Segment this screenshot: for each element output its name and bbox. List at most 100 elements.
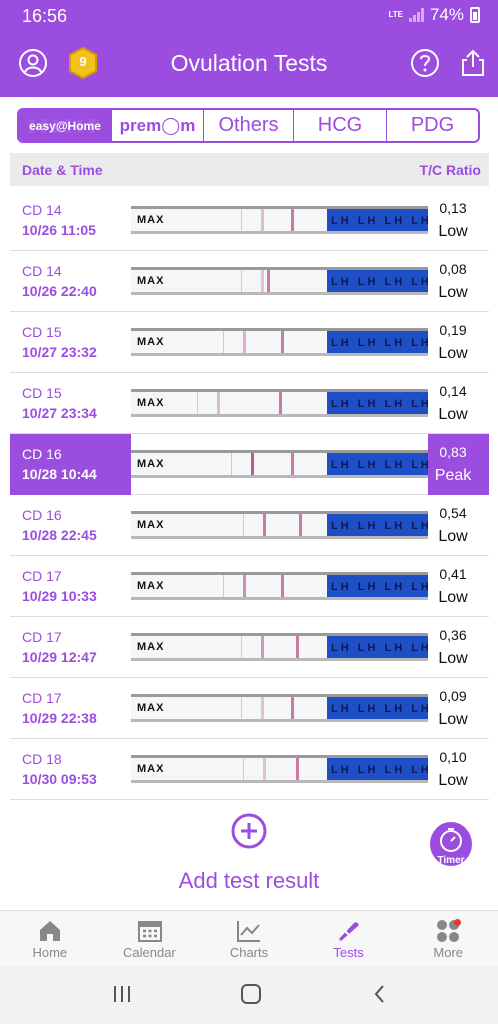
- test-line: [263, 758, 266, 780]
- share-icon[interactable]: [458, 48, 488, 78]
- test-strip-image: MAX LH LH LH LH LH: [131, 511, 428, 539]
- strip-lh-label: LH LH LH LH LH: [327, 270, 428, 292]
- strip-lh-label: LH LH LH LH LH: [327, 392, 428, 414]
- nav-charts[interactable]: Charts: [199, 911, 299, 966]
- cycle-day: CD 16: [22, 446, 62, 462]
- test-datetime: 10/28 22:45: [22, 527, 97, 543]
- test-row[interactable]: CD 16 10/28 22:45 MAX LH LH LH LH LH 0,54 Low: [10, 495, 489, 556]
- strip-max-label: MAX: [137, 397, 165, 409]
- test-datetime: 10/27 23:34: [22, 405, 97, 421]
- strip-max-label: MAX: [137, 702, 165, 714]
- home-system-button[interactable]: [240, 984, 262, 1009]
- test-strip-image: MAX LH LH LH LH LH: [131, 328, 428, 356]
- strip-max-label: MAX: [137, 763, 165, 775]
- tc-ratio: 0,83: [439, 444, 467, 460]
- control-line: [291, 453, 294, 475]
- cycle-day: CD 15: [22, 324, 62, 340]
- result-level: Low: [438, 223, 468, 240]
- table-header: Date & Time T/C Ratio: [10, 153, 489, 186]
- nav-more[interactable]: More: [398, 911, 498, 966]
- strip-lh-label: LH LH LH LH LH: [327, 636, 428, 658]
- strip-lh-label: LH LH LH LH LH: [327, 209, 428, 231]
- result-level: Low: [438, 772, 468, 789]
- test-strip-image: MAX LH LH LH LH LH: [131, 755, 428, 783]
- col-ratio-header: T/C Ratio: [419, 162, 481, 178]
- strip-max-label: MAX: [137, 275, 165, 287]
- test-datetime: 10/26 11:05: [22, 222, 96, 238]
- control-line: [279, 392, 282, 414]
- control-line: [299, 514, 302, 536]
- chart-icon: [237, 921, 261, 942]
- result-level: Low: [438, 284, 468, 301]
- test-datetime: 10/27 23:32: [22, 344, 97, 360]
- test-datetime: 10/26 22:40: [22, 283, 97, 299]
- test-row[interactable]: CD 15 10/27 23:32 MAX LH LH LH LH LH 0,19 Low: [10, 312, 489, 373]
- tc-ratio: 0,09: [439, 688, 467, 704]
- lte-icon: LTE: [388, 10, 403, 19]
- test-line: [243, 331, 246, 353]
- test-line: [243, 575, 246, 597]
- strip-lh-label: LH LH LH LH LH: [327, 331, 428, 353]
- add-test-result-button[interactable]: Add test result: [0, 868, 498, 894]
- tc-ratio: 0,54: [439, 505, 467, 521]
- cycle-day: CD 17: [22, 629, 62, 645]
- test-strip-image: MAX LH LH LH LH LH: [131, 633, 428, 661]
- strip-max-label: MAX: [137, 641, 165, 653]
- test-strip-icon: [338, 922, 359, 941]
- test-datetime: 10/28 10:44: [22, 466, 97, 482]
- test-line: [217, 392, 220, 414]
- nav-home[interactable]: Home: [0, 911, 100, 966]
- cycle-day: CD 18: [22, 751, 62, 767]
- app-header: 9 Ovulation Tests: [0, 32, 498, 97]
- test-row[interactable]: CD 16 10/28 10:44 MAX LH LH LH LH LH 0,83 Pea…: [10, 434, 489, 495]
- tab-pdg[interactable]: PDG: [387, 110, 478, 141]
- help-icon[interactable]: [410, 48, 440, 78]
- status-time: 16:56: [22, 6, 68, 26]
- strip-max-label: MAX: [137, 458, 165, 470]
- test-row[interactable]: CD 14 10/26 11:05 MAX LH LH LH LH LH 0,13 Low: [10, 190, 489, 251]
- test-strip-image: MAX LH LH LH LH LH: [131, 450, 428, 478]
- test-row[interactable]: CD 18 10/30 09:53 MAX LH LH LH LH LH 0,10 Low: [10, 739, 489, 800]
- tab-hcg[interactable]: HCG: [294, 110, 387, 141]
- nav-calendar[interactable]: Calendar: [100, 911, 200, 966]
- test-row[interactable]: CD 15 10/27 23:34 MAX LH LH LH LH LH 0,14 Low: [10, 373, 489, 434]
- strip-max-label: MAX: [137, 580, 165, 592]
- system-nav-bar: [0, 966, 498, 1024]
- tab-others[interactable]: Others: [204, 110, 294, 141]
- control-line: [296, 758, 299, 780]
- result-level: Low: [438, 589, 468, 606]
- result-level: Peak: [434, 467, 472, 484]
- tc-ratio: 0,36: [439, 627, 467, 643]
- result-level: Low: [438, 345, 468, 362]
- test-line: [261, 636, 264, 658]
- status-bar: 16:56 LTE 74%: [0, 0, 498, 32]
- result-level: Low: [438, 528, 468, 545]
- test-row[interactable]: CD 14 10/26 22:40 MAX LH LH LH LH LH 0,08 Low: [10, 251, 489, 312]
- timer-button[interactable]: Timer: [430, 822, 472, 866]
- control-line: [267, 270, 270, 292]
- test-datetime: 10/29 10:33: [22, 588, 97, 604]
- test-datetime: 10/30 09:53: [22, 771, 97, 787]
- strip-lh-label: LH LH LH LH LH: [327, 697, 428, 719]
- cycle-day: CD 14: [22, 202, 62, 218]
- tab-premom[interactable]: prem◯m: [112, 110, 204, 141]
- strip-max-label: MAX: [137, 336, 165, 348]
- add-circle-icon[interactable]: [230, 812, 268, 850]
- brand-tabs: easy@Home prem◯m Others HCG PDG: [17, 108, 480, 143]
- test-row[interactable]: CD 17 10/29 12:47 MAX LH LH LH LH LH 0,36 Low: [10, 617, 489, 678]
- cycle-day: CD 15: [22, 385, 62, 401]
- strip-max-label: MAX: [137, 519, 165, 531]
- tc-ratio: 0,19: [439, 322, 467, 338]
- recents-button[interactable]: [112, 984, 132, 1009]
- test-row[interactable]: CD 17 10/29 22:38 MAX LH LH LH LH LH 0,09 Low: [10, 678, 489, 739]
- col-date-header: Date & Time: [22, 162, 103, 178]
- test-line: [263, 514, 266, 536]
- test-row[interactable]: CD 17 10/29 10:33 MAX LH LH LH LH LH 0,41 Low: [10, 556, 489, 617]
- strip-max-label: MAX: [137, 214, 165, 226]
- back-button[interactable]: [372, 984, 388, 1009]
- cycle-day: CD 14: [22, 263, 62, 279]
- strip-lh-label: LH LH LH LH LH: [327, 514, 428, 536]
- nav-tests[interactable]: Tests: [299, 911, 399, 966]
- cycle-day: CD 16: [22, 507, 62, 523]
- tab-easyhome[interactable]: easy@Home: [19, 110, 112, 141]
